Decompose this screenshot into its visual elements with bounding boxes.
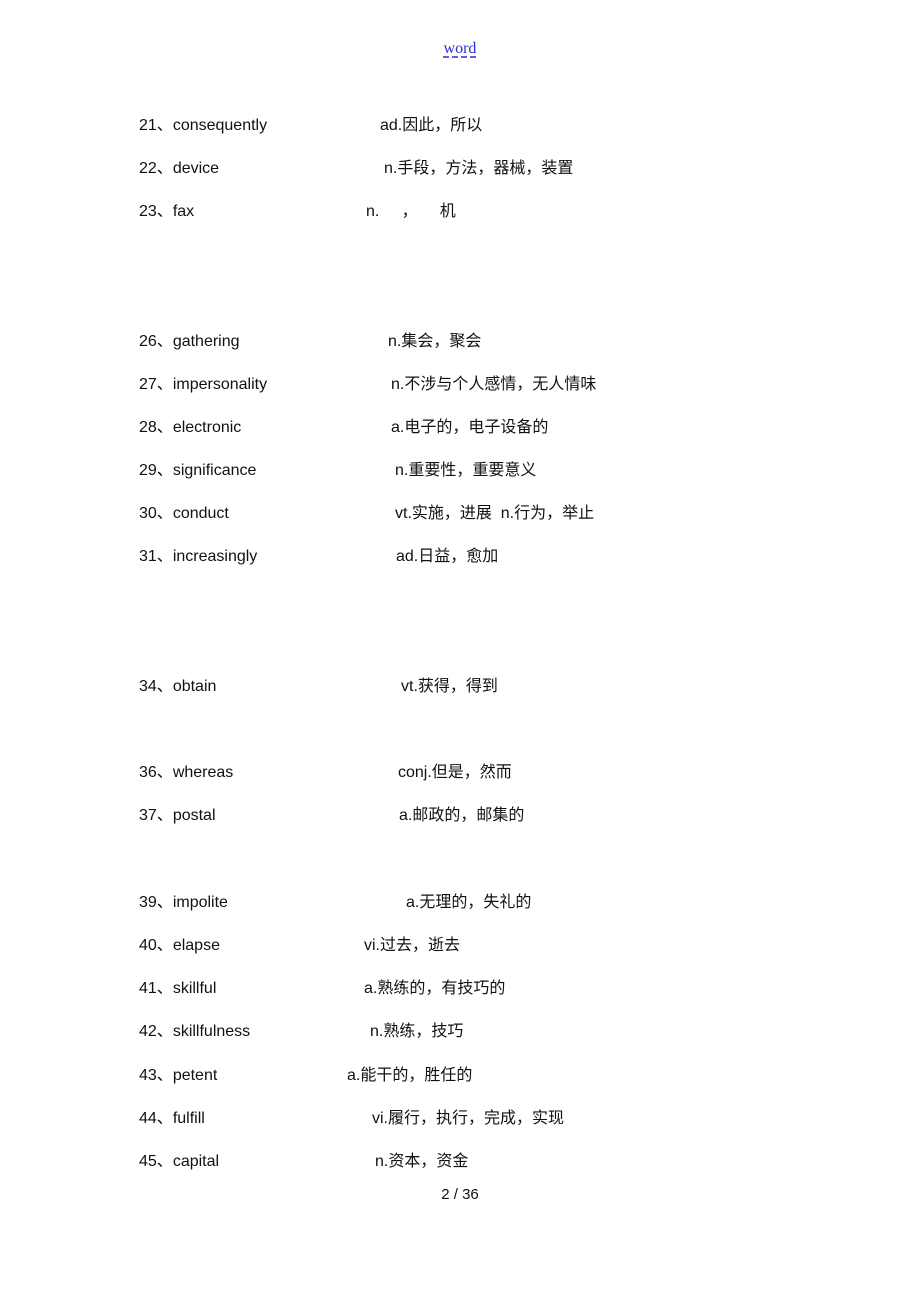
entry-number: 30、 xyxy=(139,505,173,522)
entry-definition: n.集会，聚会 xyxy=(388,333,482,350)
vocab-entry: 34、obtain vt.获得，得到 xyxy=(139,675,498,699)
entry-word: significance xyxy=(172,462,257,479)
entry-word: capital xyxy=(172,1153,220,1170)
entry-word: impersonality xyxy=(172,376,268,393)
entry-definition: a.无理的，失礼的 xyxy=(406,894,532,911)
vocab-entry: 43、petent a.能干的，胜任的 xyxy=(139,1064,472,1088)
entry-number: 45、 xyxy=(139,1153,173,1170)
entry-definition: a.熟练的，有技巧的 xyxy=(364,980,506,997)
vocab-entry: 30、conduct vt.实施，进展 n.行为，举止 xyxy=(139,502,594,526)
entry-word: electronic xyxy=(172,419,242,436)
entry-word: consequently xyxy=(172,117,268,134)
entry-definition: vi.履行，执行，完成，实现 xyxy=(372,1110,565,1127)
entry-number: 31、 xyxy=(139,548,173,565)
entry-number: 26、 xyxy=(139,333,173,350)
entry-word: skillful xyxy=(172,980,217,997)
entry-word: increasingly xyxy=(172,548,258,565)
entry-number: 34、 xyxy=(139,678,173,695)
vocab-entry: 22、device n.手段，方法，器械，装置 xyxy=(139,157,573,181)
vocab-entry: 23、fax n. ， 机 xyxy=(139,200,456,224)
vocab-entry: 29、significance n.重要性，重要意义 xyxy=(139,459,536,483)
word-link[interactable]: word xyxy=(444,40,477,57)
entry-definition: ad.日益，愈加 xyxy=(396,548,499,565)
entry-definition: vi.过去，逝去 xyxy=(364,937,461,954)
entry-number: 29、 xyxy=(139,462,173,479)
vocab-entry: 42、skillfulness n.熟练，技巧 xyxy=(139,1020,463,1044)
page-indicator: 2 / 36 xyxy=(441,1186,479,1203)
entry-number: 44、 xyxy=(139,1110,173,1127)
entry-definition: n.熟练，技巧 xyxy=(370,1023,464,1040)
entry-definition: a.能干的，胜任的 xyxy=(347,1067,473,1084)
entry-word: impolite xyxy=(172,894,228,911)
entry-number: 28、 xyxy=(139,419,173,436)
entry-number: 21、 xyxy=(139,117,173,134)
entry-word: obtain xyxy=(172,678,217,695)
header-word-link: word xyxy=(0,40,920,58)
vocab-entry: 21、consequently ad.因此，所以 xyxy=(139,114,482,138)
entry-definition: n.不涉与个人感情，无人情味 xyxy=(391,376,597,393)
entry-number: 43、 xyxy=(139,1067,173,1084)
entry-definition: n.手段，方法，器械，装置 xyxy=(384,160,574,177)
entry-definition: n.重要性，重要意义 xyxy=(395,462,537,479)
entry-word: device xyxy=(172,160,220,177)
entry-word: skillfulness xyxy=(172,1023,251,1040)
vocab-entry: 45、capital n.资本，资金 xyxy=(139,1150,468,1174)
entry-number: 41、 xyxy=(139,980,173,997)
entry-word: whereas xyxy=(172,764,234,781)
vocab-entry: 36、whereas conj.但是，然而 xyxy=(139,761,512,785)
entry-number: 39、 xyxy=(139,894,173,911)
vocab-entry: 31、increasingly ad.日益，愈加 xyxy=(139,545,498,569)
entry-definition: vt.获得，得到 xyxy=(401,678,498,695)
entry-definition: n. ， 机 xyxy=(366,203,456,220)
entry-number: 37、 xyxy=(139,807,173,824)
entry-word: fulfill xyxy=(172,1110,205,1127)
entry-definition: a.邮政的，邮集的 xyxy=(399,807,525,824)
vocab-entry: 40、elapse vi.过去，逝去 xyxy=(139,934,460,958)
vocab-entry: 26、gathering n.集会，聚会 xyxy=(139,330,481,354)
entry-number: 36、 xyxy=(139,764,173,781)
entry-number: 23、 xyxy=(139,203,173,220)
entry-word: elapse xyxy=(172,937,220,954)
entry-number: 22、 xyxy=(139,160,173,177)
entry-number: 42、 xyxy=(139,1023,173,1040)
entry-definition: a.电子的，电子设备的 xyxy=(391,419,549,436)
vocab-entry: 44、fulfill vi.履行，执行，完成，实现 xyxy=(139,1107,564,1131)
entry-word: postal xyxy=(172,807,216,824)
entry-definition: vt.实施，进展 n.行为，举止 xyxy=(395,505,595,522)
entry-word: petent xyxy=(172,1067,218,1084)
vocab-entry: 28、electronic a.电子的，电子设备的 xyxy=(139,416,548,440)
entry-definition: n.资本，资金 xyxy=(375,1153,469,1170)
entry-number: 27、 xyxy=(139,376,173,393)
entry-word: fax xyxy=(172,203,195,220)
vocab-entry: 41、skillful a.熟练的，有技巧的 xyxy=(139,977,505,1001)
vocab-entry: 39、impolite a.无理的，失礼的 xyxy=(139,891,531,915)
entry-number: 40、 xyxy=(139,937,173,954)
entry-definition: conj.但是，然而 xyxy=(398,764,512,781)
entry-word: gathering xyxy=(172,333,240,350)
entry-definition: ad.因此，所以 xyxy=(380,117,483,134)
vocab-entry: 27、impersonality n.不涉与个人感情，无人情味 xyxy=(139,373,596,397)
entry-word: conduct xyxy=(172,505,229,522)
vocab-entry: 37、postal a.邮政的，邮集的 xyxy=(139,804,524,828)
